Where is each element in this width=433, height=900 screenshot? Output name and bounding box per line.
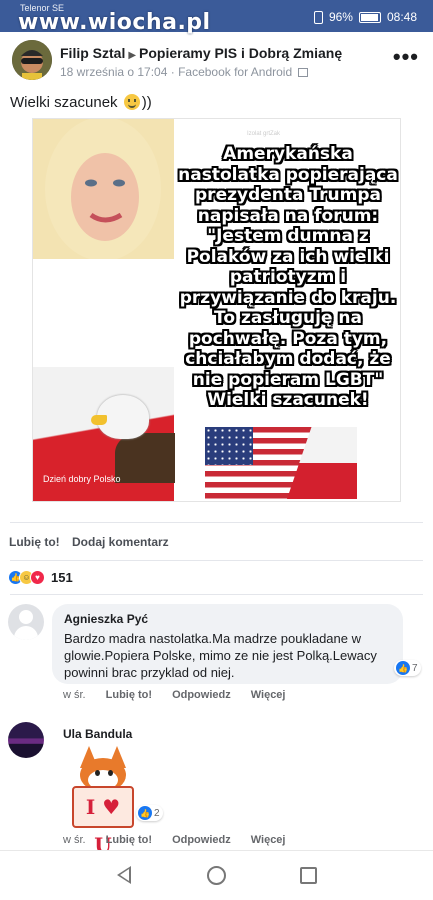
watermark: www.wiocha.pl	[18, 10, 211, 35]
system-nav-bar	[0, 850, 433, 900]
reactions-summary[interactable]: 👍 ☺ ♥ 151	[8, 570, 73, 585]
comment-more-button[interactable]: Więcej	[251, 834, 286, 846]
author-avatar[interactable]	[12, 40, 52, 80]
comment-button[interactable]: Dodaj komentarz	[72, 535, 169, 549]
post-image[interactable]: Izolat grtZak Amerykańska nastolatka pop…	[32, 118, 401, 502]
eagle-beak	[91, 415, 107, 425]
like-reaction-icon: 👍	[396, 661, 410, 675]
divider	[10, 594, 423, 595]
more-options-icon[interactable]: •••	[393, 44, 419, 70]
post-text-body: Wielki szacunek	[10, 94, 118, 111]
battery-icon	[358, 11, 381, 23]
group-privacy-icon	[298, 68, 309, 77]
vibrate-icon	[313, 10, 323, 24]
fox-sticker: I ♥ U	[68, 744, 138, 857]
comment-actions: w śr. Lubię to! Odpowiedz Więcej	[63, 834, 286, 846]
comment-time: w śr.	[63, 834, 86, 846]
image-credit: Izolat grtZak	[247, 131, 281, 137]
comment-more-button[interactable]: Więcej	[251, 689, 286, 701]
home-icon[interactable]	[207, 866, 226, 885]
eagle-caption: Dzień dobry Polsko	[43, 474, 121, 484]
post-timestamp[interactable]: 18 września o 17:04 · Facebook for Andro…	[60, 65, 292, 79]
comment-author[interactable]: Agnieszka Pyć	[64, 612, 148, 626]
comment-reply-button[interactable]: Odpowiedz	[172, 834, 231, 846]
meme-quote: Amerykańska nastolatka popierająca prezy…	[178, 144, 398, 410]
comment-actions: w śr. Lubię to! Odpowiedz Więcej	[63, 689, 286, 701]
usa-poland-flag	[205, 427, 357, 499]
comment-text: Bardzo madra nastolatka.Ma madrze poukla…	[64, 631, 377, 680]
comment-time: w śr.	[63, 689, 86, 701]
commenter-avatar[interactable]	[8, 722, 44, 758]
smiley-emoji-icon	[123, 94, 140, 110]
author-name[interactable]: Filip Sztal	[60, 45, 125, 61]
comment-likes-number: 7	[412, 662, 418, 674]
eagle-flag-photo: Dzień dobry Polsko	[33, 367, 175, 501]
group-name[interactable]: Popieramy PIS i Dobrą Zmianę	[139, 45, 342, 61]
post-text-suffix: ))	[141, 94, 152, 111]
like-reaction-icon: 👍	[138, 806, 152, 820]
divider	[10, 522, 423, 523]
divider	[10, 560, 423, 561]
reaction-count: 151	[51, 570, 73, 585]
caret-right-icon: ▶	[128, 50, 137, 61]
sticker-sign: I ♥ U	[72, 786, 134, 857]
comment-author[interactable]: Ula Bandula	[63, 727, 132, 741]
comment-like-count[interactable]: 👍 2	[136, 805, 163, 821]
like-button[interactable]: Lubię to!	[9, 535, 60, 549]
comment-like-count[interactable]: 👍 7	[394, 660, 421, 676]
post-text: Wielki szacunek ))	[10, 94, 152, 111]
post-title: Filip Sztal ▶ Popieramy PIS i Dobrą Zmianę	[60, 45, 342, 61]
post-header: Filip Sztal ▶ Popieramy PIS i Dobrą Zmianę…	[0, 36, 433, 86]
battery-percent: 96%	[328, 10, 353, 24]
status-bar: Telenor SE www.wiocha.pl 96% 08:48	[0, 0, 433, 35]
comment-reply-button[interactable]: Odpowiedz	[172, 689, 231, 701]
recent-apps-icon[interactable]	[300, 867, 317, 884]
girl-photo	[33, 119, 174, 261]
eagle-body	[115, 433, 175, 483]
status-icons: 96% 08:48	[313, 10, 417, 24]
comment-like-button[interactable]: Lubię to!	[106, 689, 152, 701]
comment-likes-number: 2	[154, 807, 160, 819]
commenter-avatar[interactable]	[8, 604, 44, 640]
comment-like-button[interactable]: Lubię to!	[106, 834, 152, 846]
love-reaction-icon: ♥	[30, 570, 45, 585]
clock: 08:48	[386, 10, 417, 24]
post-meta: 18 września o 17:04 · Facebook for Andro…	[60, 65, 309, 79]
back-icon[interactable]	[117, 866, 131, 884]
